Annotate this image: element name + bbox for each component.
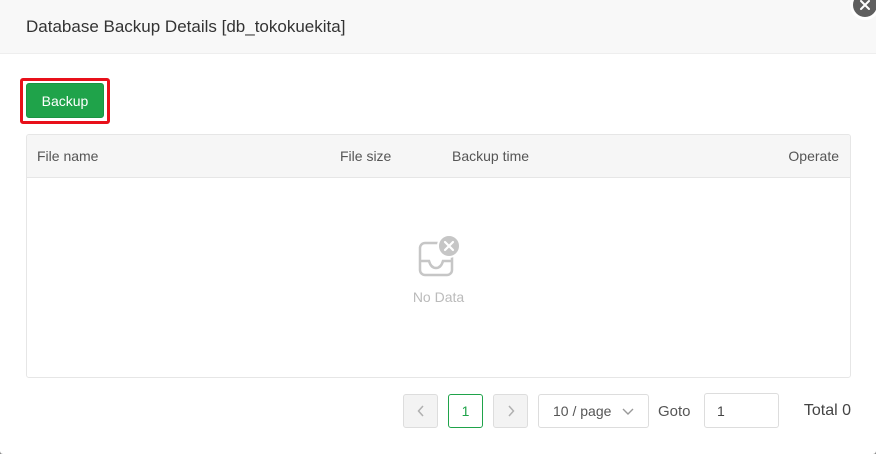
goto-page-input[interactable]: [704, 393, 779, 428]
empty-state: No Data: [27, 235, 850, 305]
column-header-file-name: File name: [37, 148, 99, 164]
column-header-file-size: File size: [340, 148, 392, 164]
next-page-button[interactable]: [493, 394, 528, 428]
backup-details-dialog: Database Backup Details [db_tokokuekita]…: [0, 0, 876, 454]
table-header: File name File size Backup time Operate: [27, 135, 850, 178]
empty-text: No Data: [412, 289, 465, 305]
chevron-right-icon: [507, 405, 515, 417]
page-size-value: 10 / page: [553, 403, 612, 419]
column-header-backup-time: Backup time: [452, 148, 530, 164]
backup-table: File name File size Backup time Operate …: [26, 134, 851, 378]
page-size-select[interactable]: 10 / page: [538, 394, 649, 428]
page-number-current[interactable]: 1: [448, 394, 483, 428]
dialog-header: Database Backup Details [db_tokokuekita]: [0, 0, 876, 54]
goto-label: Goto: [658, 403, 691, 420]
close-icon: [860, 0, 870, 10]
chevron-left-icon: [416, 405, 424, 417]
empty-box-icon: [418, 235, 461, 277]
dialog-title: Database Backup Details [db_tokokuekita]: [26, 16, 346, 36]
column-header-operate: Operate: [788, 148, 839, 164]
total-count: Total 0: [803, 402, 851, 419]
chevron-down-icon: [622, 408, 634, 415]
prev-page-button[interactable]: [403, 394, 438, 428]
backup-button[interactable]: Backup: [26, 83, 104, 118]
